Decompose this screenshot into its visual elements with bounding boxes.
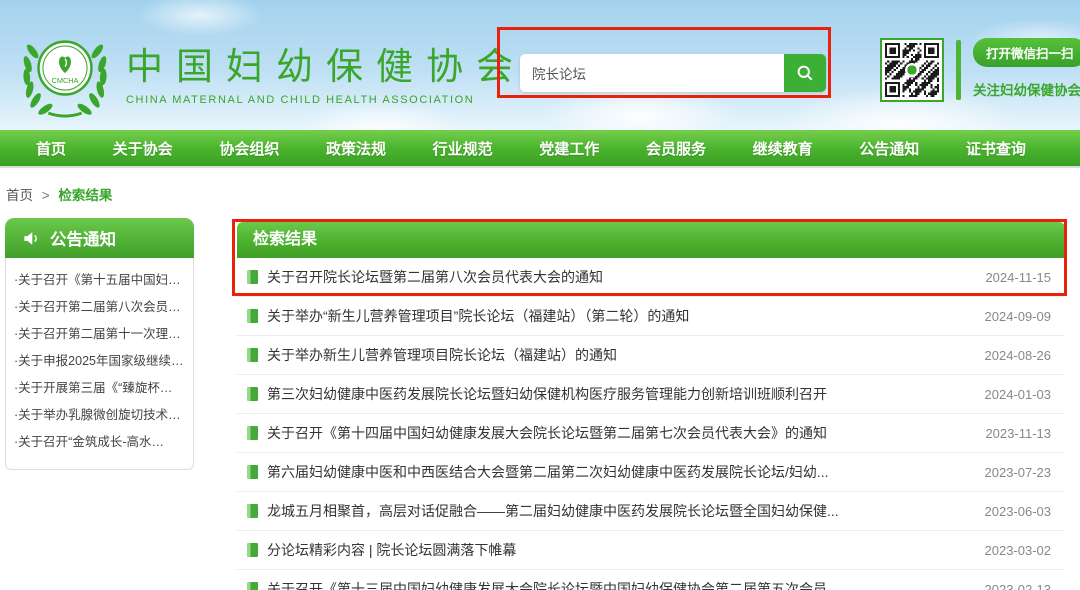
site-header: CMCHA 中国妇幼保健协会 CHINA MATERNAL AND CHILD … [0,0,1080,130]
nav-item[interactable]: 继续教育 [747,138,819,159]
emblem-acronym: CMCHA [52,76,79,85]
sidebar-header: 公告通知 [5,218,194,258]
breadcrumb: 首页 > 检索结果 [6,184,112,204]
result-title[interactable]: 关于召开《第十四届中国妇幼健康发展大会院长论坛暨第二届第七次会员代表大会》的通知 [267,423,827,443]
nav-item[interactable]: 协会组织 [213,138,285,159]
result-date: 2023-02-13 [985,582,1052,590]
association-emblem-icon: CMCHA [14,22,116,120]
search-bar [520,54,826,92]
result-row[interactable]: 关于召开《第十三届中国妇幼健康发展大会院长论坛暨中国妇幼保健协会第二届第五次会员… [237,570,1065,590]
document-icon [247,426,258,440]
main-nav: 首页 关于协会 协会组织 政策法规 行业规范 党建工作 会员服务 继续教育 公告通知 证书查询 [0,130,1080,168]
document-icon [247,270,258,284]
result-row[interactable]: 关于召开《第十四届中国妇幼健康发展大会院长论坛暨第二届第七次会员代表大会》的通知… [237,414,1065,453]
sidebar-announcement-item[interactable]: ·关于召开第二届第十一次理… [14,321,185,348]
document-icon [247,387,258,401]
sidebar-announcement-item[interactable]: ·关于召开第二届第八次会员… [14,294,185,321]
site-title: 中国妇幼保健协会 [126,36,526,90]
sidebar-title: 公告通知 [50,226,116,250]
results-header: 检索结果 [237,222,1065,258]
wechat-panel: 打开微信扫一扫 关注妇幼保健协会 [880,38,1080,102]
nav-item[interactable]: 会员服务 [640,138,712,159]
breadcrumb-home[interactable]: 首页 [6,188,33,203]
result-row[interactable]: 关于召开院长论坛暨第二届第八次会员代表大会的通知 2024-11-15 [237,258,1065,297]
result-title[interactable]: 关于举办新生儿营养管理项目院长论坛（福建站）的通知 [267,345,617,365]
site-subtitle: CHINA MATERNAL AND CHILD HEALTH ASSOCIAT… [126,94,526,106]
wechat-follow-label: 关注妇幼保健协会 [973,79,1080,99]
result-date: 2023-11-13 [985,426,1051,441]
search-button[interactable] [784,54,826,92]
result-row[interactable]: 关于举办“新生儿营养管理项目”院长论坛（福建站）（第二轮）的通知 2024-09… [237,297,1065,336]
result-date: 2023-06-03 [985,504,1052,519]
result-title[interactable]: 关于召开《第十三届中国妇幼健康发展大会院长论坛暨中国妇幼保健协会第二届第五次会员… [267,579,839,590]
result-title[interactable]: 第三次妇幼健康中医药发展院长论坛暨妇幼保健机构医疗服务管理能力创新培训班顺利召开 [267,384,827,404]
sidebar-announcement-item[interactable]: ·关于申报2025年国家级继续… [14,348,185,375]
result-title[interactable]: 分论坛精彩内容 | 院长论坛圆满落下帷幕 [267,540,516,560]
nav-item[interactable]: 关于协会 [107,138,179,159]
breadcrumb-current: 检索结果 [58,188,112,203]
sidebar-announcement-item[interactable]: ·关于举办乳腺微创旋切技术… [14,402,185,429]
qr-code [880,38,944,102]
document-icon [247,582,258,590]
announcements-sidebar: 公告通知 ·关于召开《第十五届中国妇…·关于召开第二届第八次会员…·关于召开第二… [5,218,194,470]
document-icon [247,465,258,479]
result-title[interactable]: 第六届妇幼健康中医和中西医结合大会暨第二届第二次妇幼健康中医药发展院长论坛/妇幼… [267,462,829,482]
search-input[interactable] [520,54,784,92]
page: CMCHA 中国妇幼保健协会 CHINA MATERNAL AND CHILD … [0,0,1080,590]
result-date: 2024-09-09 [985,309,1052,324]
speaker-icon [22,229,41,248]
search-results-panel: 检索结果 关于召开院长论坛暨第二届第八次会员代表大会的通知 2024-11-15… [237,222,1065,590]
magnifier-icon [795,63,815,83]
nav-item[interactable]: 公告通知 [853,138,925,159]
result-title[interactable]: 龙城五月相聚首，高层对话促融合——第二届妇幼健康中医药发展院长论坛暨全国妇幼保健… [267,501,839,521]
vertical-divider [956,40,961,100]
document-icon [247,309,258,323]
nav-item[interactable]: 首页 [30,138,72,159]
result-row[interactable]: 关于举办新生儿营养管理项目院长论坛（福建站）的通知 2024-08-26 [237,336,1065,375]
results-list: 关于召开院长论坛暨第二届第八次会员代表大会的通知 2024-11-15 关于举办… [237,258,1065,590]
nav-item[interactable]: 政策法规 [320,138,392,159]
document-icon [247,504,258,518]
sidebar-list: ·关于召开《第十五届中国妇…·关于召开第二届第八次会员…·关于召开第二届第十一次… [5,258,194,470]
sidebar-announcement-item[interactable]: ·关于召开《第十五届中国妇… [14,267,185,294]
site-logo[interactable]: CMCHA 中国妇幼保健协会 CHINA MATERNAL AND CHILD … [14,22,526,120]
result-row[interactable]: 龙城五月相聚首，高层对话促融合——第二届妇幼健康中医药发展院长论坛暨全国妇幼保健… [237,492,1065,531]
result-row[interactable]: 第三次妇幼健康中医药发展院长论坛暨妇幼保健机构医疗服务管理能力创新培训班顺利召开… [237,375,1065,414]
result-row[interactable]: 第六届妇幼健康中医和中西医结合大会暨第二届第二次妇幼健康中医药发展院长论坛/妇幼… [237,453,1065,492]
result-date: 2023-03-02 [985,543,1052,558]
breadcrumb-separator: > [42,188,50,203]
sidebar-announcement-item[interactable]: ·关于召开“金筑成长-高水… [14,429,185,456]
document-icon [247,543,258,557]
nav-item[interactable]: 党建工作 [533,138,605,159]
result-title[interactable]: 关于举办“新生儿营养管理项目”院长论坛（福建站）（第二轮）的通知 [267,306,689,326]
sidebar-announcement-item[interactable]: ·关于开展第三届《“臻旋杯… [14,375,185,402]
document-icon [247,348,258,362]
nav-item[interactable]: 证书查询 [960,138,1032,159]
result-title[interactable]: 关于召开院长论坛暨第二届第八次会员代表大会的通知 [267,267,603,287]
nav-item[interactable]: 行业规范 [427,138,499,159]
result-date: 2024-11-15 [985,270,1051,285]
result-date: 2024-01-03 [985,387,1052,402]
result-date: 2024-08-26 [985,348,1052,363]
result-date: 2023-07-23 [985,465,1052,480]
wechat-scan-button[interactable]: 打开微信扫一扫 [973,38,1080,67]
result-row[interactable]: 分论坛精彩内容 | 院长论坛圆满落下帷幕 2023-03-02 [237,531,1065,570]
